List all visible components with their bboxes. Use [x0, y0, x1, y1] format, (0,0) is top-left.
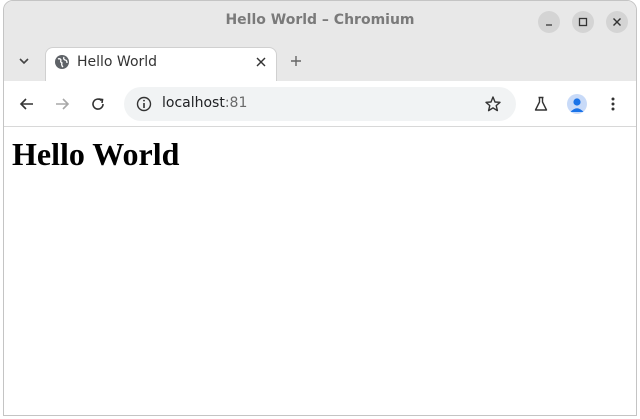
url-host: localhost — [162, 95, 225, 111]
page-heading: Hello World — [12, 136, 180, 172]
tab-close-button[interactable] — [254, 55, 268, 69]
arrow-right-icon — [56, 98, 70, 110]
minimize-icon — [546, 24, 552, 26]
menu-button[interactable] — [604, 95, 622, 113]
address-bar[interactable]: localhost:81 — [124, 87, 516, 121]
info-icon[interactable] — [136, 96, 152, 112]
new-tab-button[interactable] — [288, 53, 304, 69]
tab-search-button[interactable] — [16, 53, 32, 69]
globe-icon — [55, 55, 69, 69]
browser-window: Hello World – Chromium Hello World local… — [3, 0, 637, 416]
flask-icon — [534, 96, 548, 111]
more-vertical-icon — [611, 97, 615, 111]
url-port: :81 — [224, 95, 248, 111]
reload-button[interactable] — [89, 95, 107, 113]
person-icon — [570, 98, 584, 112]
minimize-button[interactable] — [538, 11, 560, 33]
back-button[interactable] — [18, 95, 36, 113]
profile-button[interactable] — [567, 94, 587, 114]
page-content: Hello World — [4, 128, 636, 415]
maximize-icon — [578, 17, 588, 27]
reload-icon — [92, 98, 104, 110]
plus-icon — [291, 56, 301, 66]
toolbar: localhost:81 — [4, 81, 636, 127]
tab-strip: Hello World — [4, 41, 636, 81]
title-bar[interactable]: Hello World – Chromium — [4, 1, 636, 41]
close-window-icon — [613, 18, 621, 26]
forward-button[interactable] — [53, 95, 71, 113]
url-text[interactable]: localhost:81 — [162, 95, 247, 111]
close-window-button[interactable] — [606, 11, 628, 33]
star-icon[interactable] — [484, 95, 502, 113]
arrow-left-icon — [19, 98, 33, 110]
labs-button[interactable] — [532, 95, 550, 113]
close-icon — [256, 57, 266, 67]
tab-title: Hello World — [77, 54, 158, 70]
maximize-button[interactable] — [572, 11, 594, 33]
chevron-down-icon — [19, 58, 29, 65]
tab-hello-world[interactable]: Hello World — [45, 47, 277, 81]
